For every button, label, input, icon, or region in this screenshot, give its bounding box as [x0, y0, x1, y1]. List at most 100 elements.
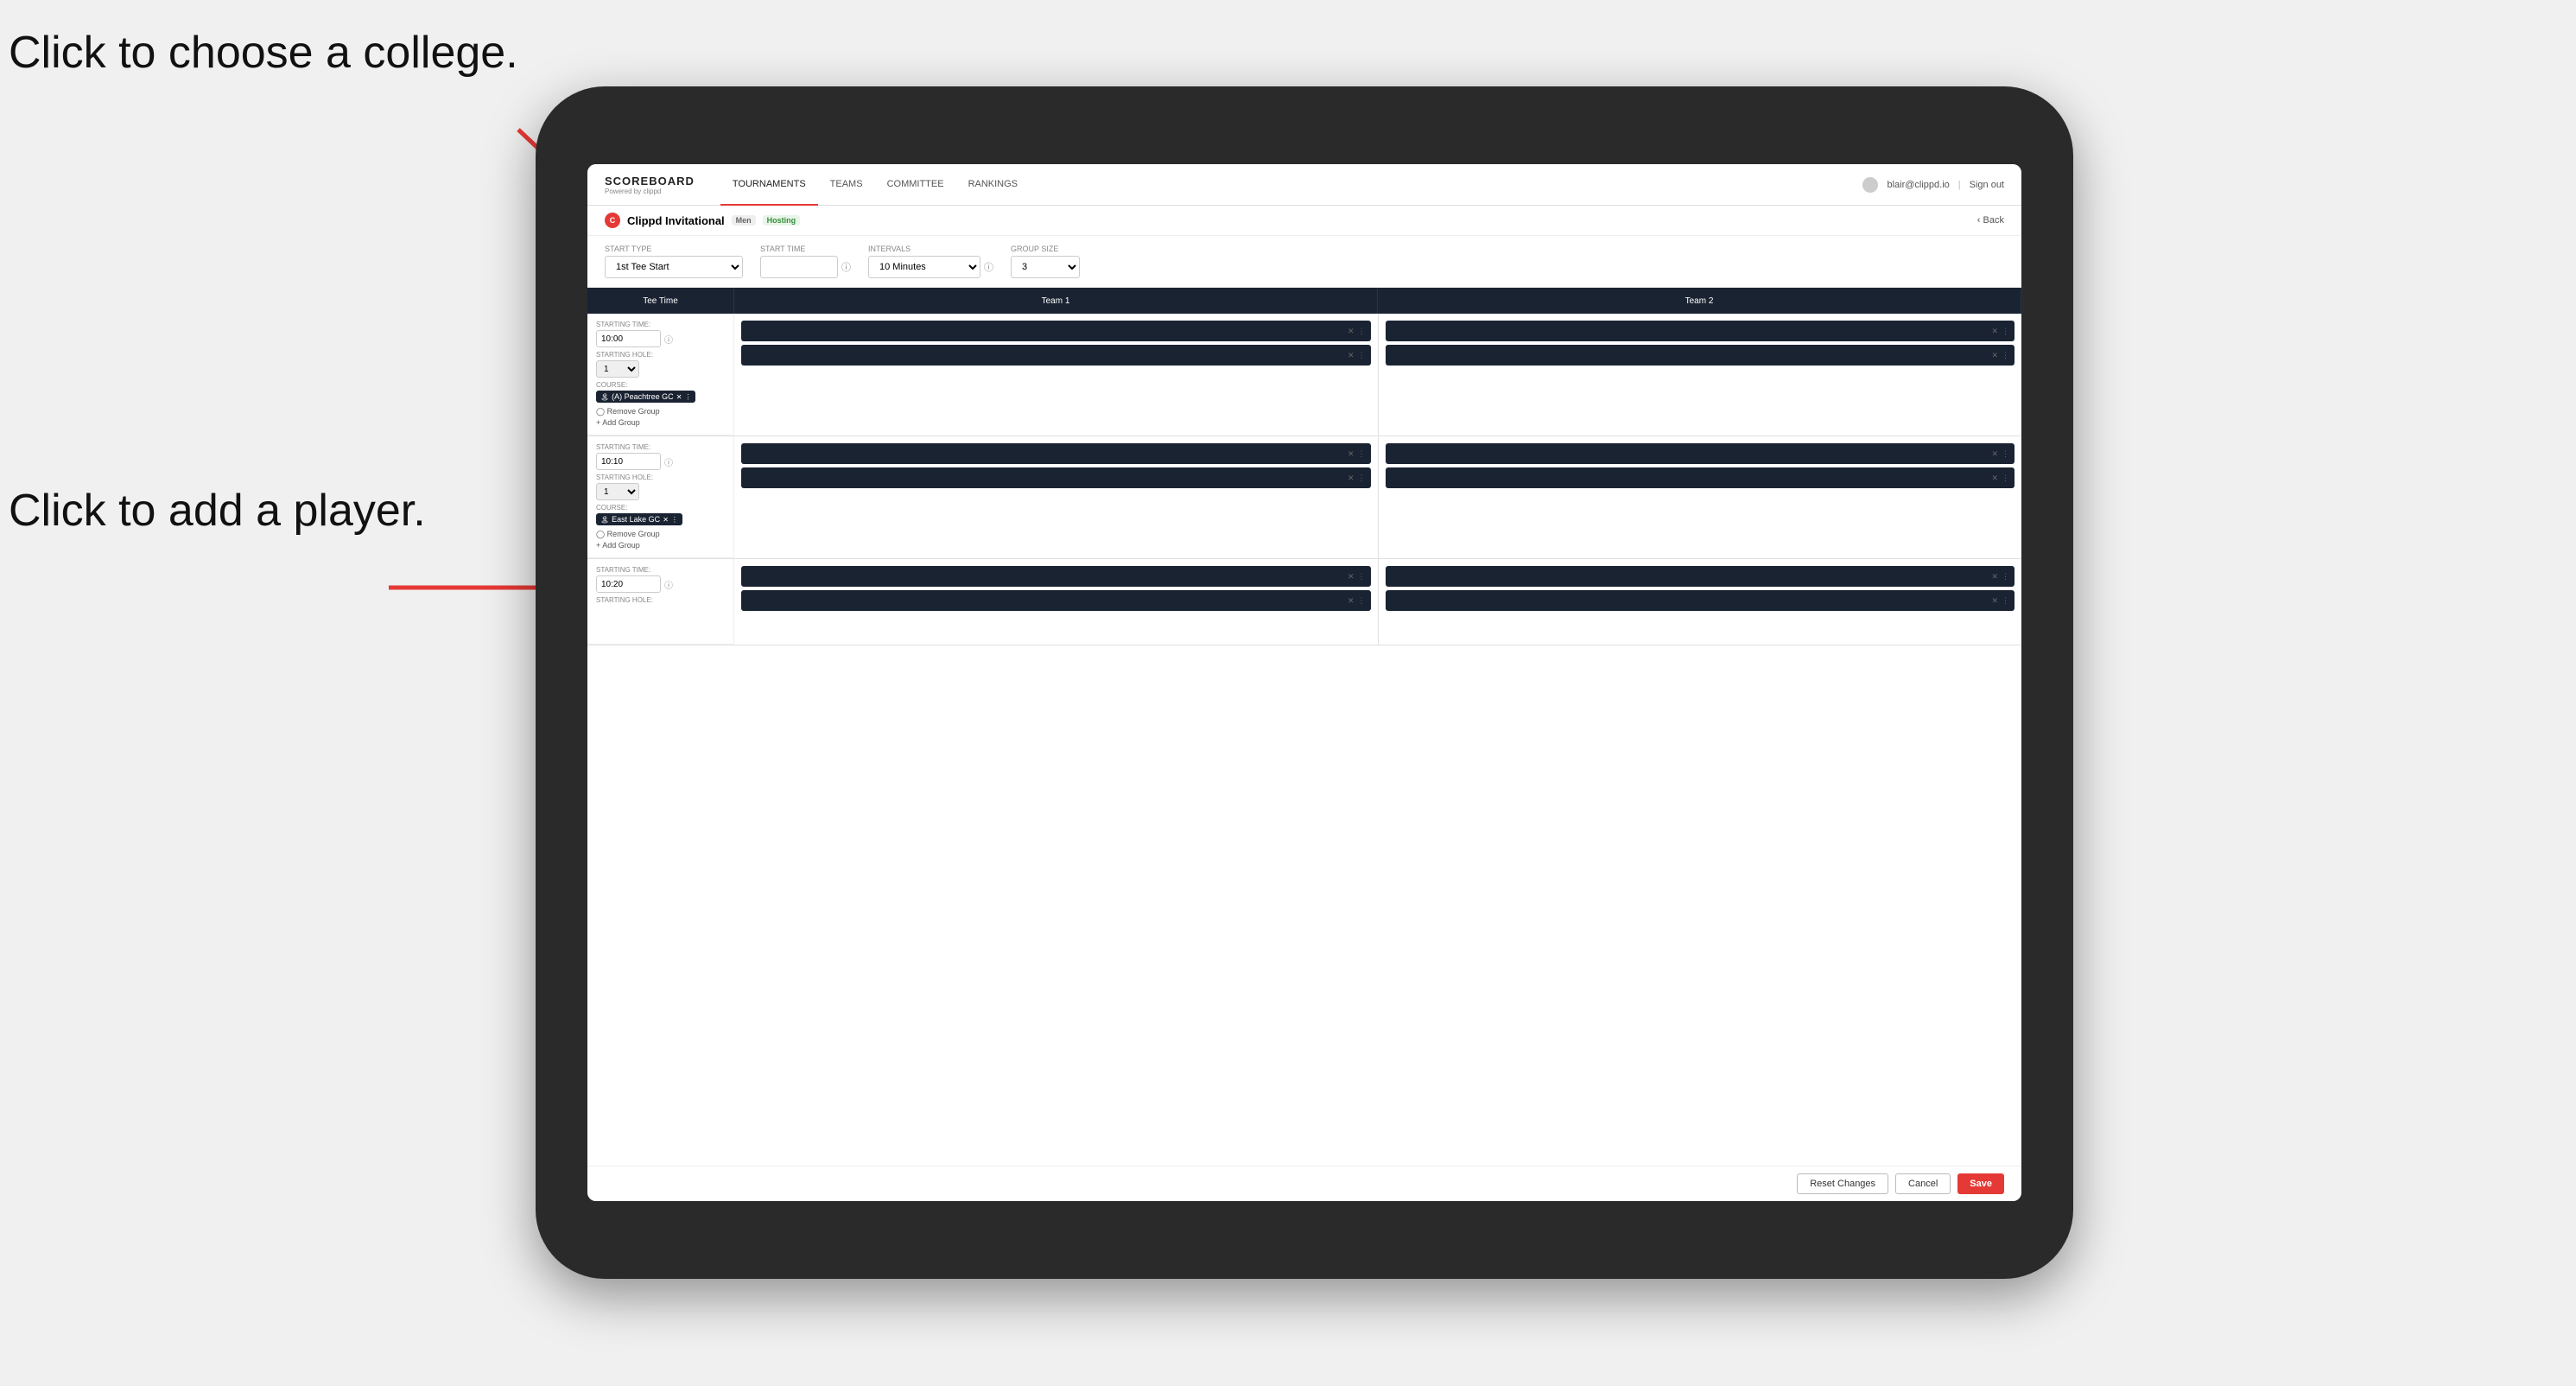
player-slot-t2-1-2[interactable]: ✕ ⋮ — [1386, 345, 2015, 366]
reset-button[interactable]: Reset Changes — [1797, 1173, 1888, 1194]
add-group-1[interactable]: + Add Group — [596, 417, 725, 428]
player-x-icon[interactable]: ✕ — [1348, 351, 1355, 360]
player-expand-icon[interactable]: ⋮ — [1358, 351, 1366, 360]
course-tag-close-1[interactable]: ✕ — [676, 393, 682, 401]
player-slot-t1-3-1[interactable]: ✕ ⋮ — [741, 566, 1371, 587]
start-type-select[interactable]: 1st Tee Start — [605, 256, 743, 278]
start-time-input[interactable]: 10:00 — [760, 256, 838, 278]
course-tag-1[interactable]: 🏝 (A) Peachtree GC ✕ ⋮ — [596, 391, 695, 403]
save-button[interactable]: Save — [1957, 1173, 2004, 1194]
user-avatar — [1862, 177, 1878, 193]
course-tag-2[interactable]: 🏝 East Lake GC ✕ ⋮ — [596, 513, 682, 525]
start-time-label: Start Time — [760, 245, 851, 253]
remove-group-1[interactable]: ◯ Remove Group — [596, 406, 725, 417]
player-expand-icon[interactable]: ⋮ — [2002, 351, 2009, 360]
start-type-label: Start Type — [605, 245, 743, 253]
player-slot-t2-2-2[interactable]: ✕ ⋮ — [1386, 467, 2015, 488]
add-group-2[interactable]: + Add Group — [596, 540, 725, 550]
tee-row-3: STARTING TIME: ⓘ STARTING HOLE: ✕ ⋮ — [587, 559, 2021, 645]
brand-sub: Powered by clippd — [605, 188, 695, 195]
group-size-label: Group Size — [1011, 245, 1080, 253]
nav-links: TOURNAMENTS TEAMS COMMITTEE RANKINGS — [720, 164, 1863, 206]
course-name-1: (A) Peachtree GC — [612, 392, 674, 401]
team1-col-2: ✕ ⋮ ✕ ⋮ — [734, 436, 1379, 558]
starting-time-label-1: STARTING TIME: — [596, 321, 725, 328]
time-icon-1: ⓘ — [664, 333, 673, 346]
starting-time-input-1[interactable] — [596, 330, 661, 347]
footer: Reset Changes Cancel Save — [587, 1166, 2021, 1201]
player-slot-t1-2-2[interactable]: ✕ ⋮ — [741, 467, 1371, 488]
group-size-group: Group Size 3 — [1011, 245, 1080, 278]
start-time-group: Start Time 10:00 ⓘ — [760, 245, 851, 278]
starting-time-input-3[interactable] — [596, 575, 661, 593]
course-label-2: COURSE: — [596, 504, 725, 512]
course-label-1: COURSE: — [596, 381, 725, 389]
player-slot-t2-3-2[interactable]: ✕ ⋮ — [1386, 590, 2015, 611]
tournament-name: Clippd Invitational — [627, 214, 725, 227]
tournament-header: C Clippd Invitational Men Hosting ‹ Back — [587, 206, 2021, 236]
nav-link-tournaments[interactable]: TOURNAMENTS — [720, 164, 818, 206]
action-links-2: ◯ Remove Group + Add Group — [596, 529, 725, 550]
action-links-1: ◯ Remove Group + Add Group — [596, 406, 725, 428]
intervals-group: Intervals 10 Minutes ⓘ — [868, 245, 993, 278]
player-expand-icon[interactable]: ⋮ — [1358, 327, 1366, 336]
tablet-frame: SCOREBOARD Powered by clippd TOURNAMENTS… — [536, 86, 2073, 1279]
course-tag-expand-1[interactable]: ⋮ — [684, 393, 691, 401]
table-header: Tee Time Team 1 Team 2 — [587, 288, 2021, 314]
player-slot-t1-1-1[interactable]: ✕ ⋮ — [741, 321, 1371, 341]
player-slot-t2-2-1[interactable]: ✕ ⋮ — [1386, 443, 2015, 464]
nav-link-rankings[interactable]: RANKINGS — [956, 164, 1030, 206]
time-icon-2: ⓘ — [664, 455, 673, 468]
starting-hole-label-3: STARTING HOLE: — [596, 596, 725, 604]
brand: SCOREBOARD Powered by clippd — [605, 175, 695, 195]
sign-out-link[interactable]: Sign out — [1970, 180, 2004, 190]
course-tag-expand-2[interactable]: ⋮ — [671, 516, 678, 524]
nav-bar: SCOREBOARD Powered by clippd TOURNAMENTS… — [587, 164, 2021, 206]
nav-right: blair@clippd.io | Sign out — [1862, 177, 2004, 193]
gender-badge: Men — [732, 215, 756, 226]
player-x-icon[interactable]: ✕ — [1991, 351, 1998, 360]
player-slot-t2-3-1[interactable]: ✕ ⋮ — [1386, 566, 2015, 587]
main-content: STARTING TIME: ⓘ STARTING HOLE: 1 COURSE… — [587, 314, 2021, 1166]
course-name-2: East Lake GC — [612, 515, 660, 524]
team1-col-1: ✕ ⋮ ✕ ⋮ — [734, 314, 1379, 436]
player-slot-t2-1-1[interactable]: ✕ ⋮ — [1386, 321, 2015, 341]
player-slot-t1-1-2[interactable]: ✕ ⋮ — [741, 345, 1371, 366]
team1-col-3: ✕ ⋮ ✕ ⋮ — [734, 559, 1379, 645]
intervals-label: Intervals — [868, 245, 993, 253]
intervals-select[interactable]: 10 Minutes — [868, 256, 980, 278]
hosting-badge: Hosting — [763, 215, 801, 226]
starting-time-label-2: STARTING TIME: — [596, 443, 725, 451]
starting-time-label-3: STARTING TIME: — [596, 566, 725, 574]
start-time-icon: ⓘ — [841, 260, 851, 274]
team1-header: Team 1 — [734, 288, 1378, 314]
starting-hole-select-2[interactable]: 1 — [596, 483, 639, 500]
intervals-icon: ⓘ — [984, 260, 993, 274]
starting-hole-select-1[interactable]: 1 — [596, 360, 639, 378]
player-expand-icon[interactable]: ⋮ — [2002, 327, 2009, 336]
player-slot-t1-2-1[interactable]: ✕ ⋮ — [741, 443, 1371, 464]
tee-time-header: Tee Time — [587, 288, 734, 314]
player-slot-t1-3-2[interactable]: ✕ ⋮ — [741, 590, 1371, 611]
nav-link-committee[interactable]: COMMITTEE — [875, 164, 956, 206]
group-size-select[interactable]: 3 — [1011, 256, 1080, 278]
annotation-add-player: Click to add a player. — [9, 484, 426, 537]
user-email: blair@clippd.io — [1887, 180, 1949, 190]
form-controls: Start Type 1st Tee Start Start Time 10:0… — [587, 236, 2021, 288]
starting-time-input-2[interactable] — [596, 453, 661, 470]
time-icon-3: ⓘ — [664, 578, 673, 591]
tournament-logo: C — [605, 213, 620, 228]
starting-hole-label-1: STARTING HOLE: — [596, 351, 725, 359]
player-x-icon[interactable]: ✕ — [1348, 327, 1355, 336]
tee-block-1: STARTING TIME: ⓘ STARTING HOLE: 1 COURSE… — [587, 314, 734, 436]
annotation-choose-college: Click to choose a college. — [9, 26, 518, 79]
nav-link-teams[interactable]: TEAMS — [818, 164, 875, 206]
remove-group-2[interactable]: ◯ Remove Group — [596, 529, 725, 540]
start-type-group: Start Type 1st Tee Start — [605, 245, 743, 278]
player-x-icon[interactable]: ✕ — [1991, 327, 1998, 336]
course-tag-close-2[interactable]: ✕ — [663, 516, 669, 524]
team2-col-3: ✕ ⋮ ✕ ⋮ — [1379, 559, 2022, 645]
team2-header: Team 2 — [1378, 288, 2021, 314]
cancel-button[interactable]: Cancel — [1895, 1173, 1951, 1194]
back-button[interactable]: ‹ Back — [1977, 215, 2004, 226]
